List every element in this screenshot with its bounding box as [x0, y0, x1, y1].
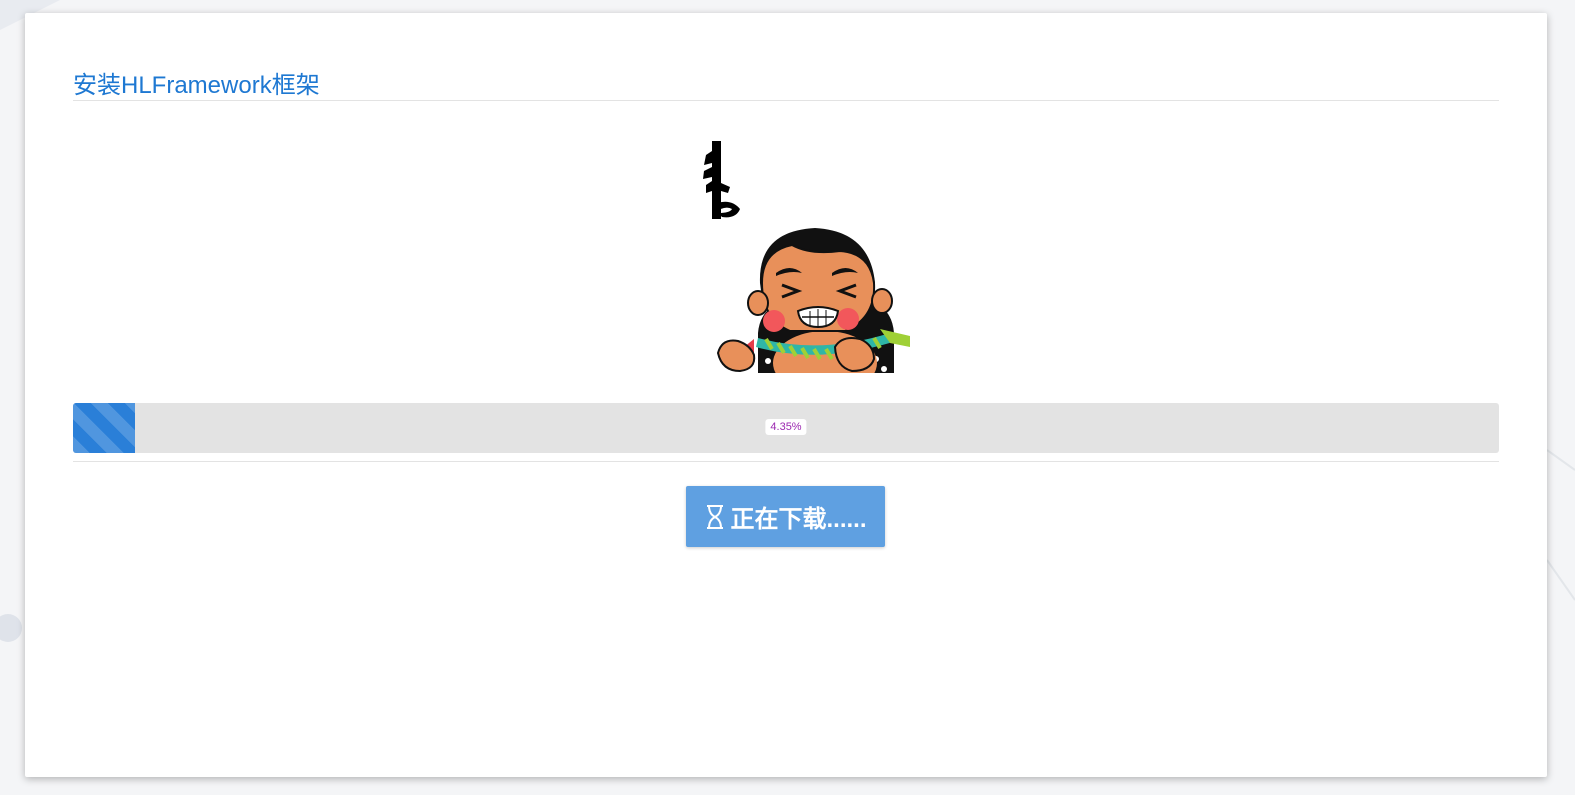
- cartoon-mascot-image: [703, 141, 910, 373]
- hourglass-icon: [704, 504, 726, 530]
- dialog-title: 安装HLFramework框架: [73, 72, 320, 99]
- progress-fill: [73, 403, 136, 453]
- progress-divider: [73, 461, 1499, 462]
- script-glyph: [703, 141, 740, 219]
- download-progress-bar: 4.35%: [73, 403, 1499, 453]
- downloading-button[interactable]: 正在下载......: [686, 486, 885, 547]
- install-dialog: 安装HLFramework框架 4.35% 正在下载......: [25, 13, 1547, 777]
- button-label: 正在下载......: [730, 506, 867, 533]
- progress-percent-label: 4.35%: [765, 419, 807, 435]
- title-divider: [73, 100, 1499, 101]
